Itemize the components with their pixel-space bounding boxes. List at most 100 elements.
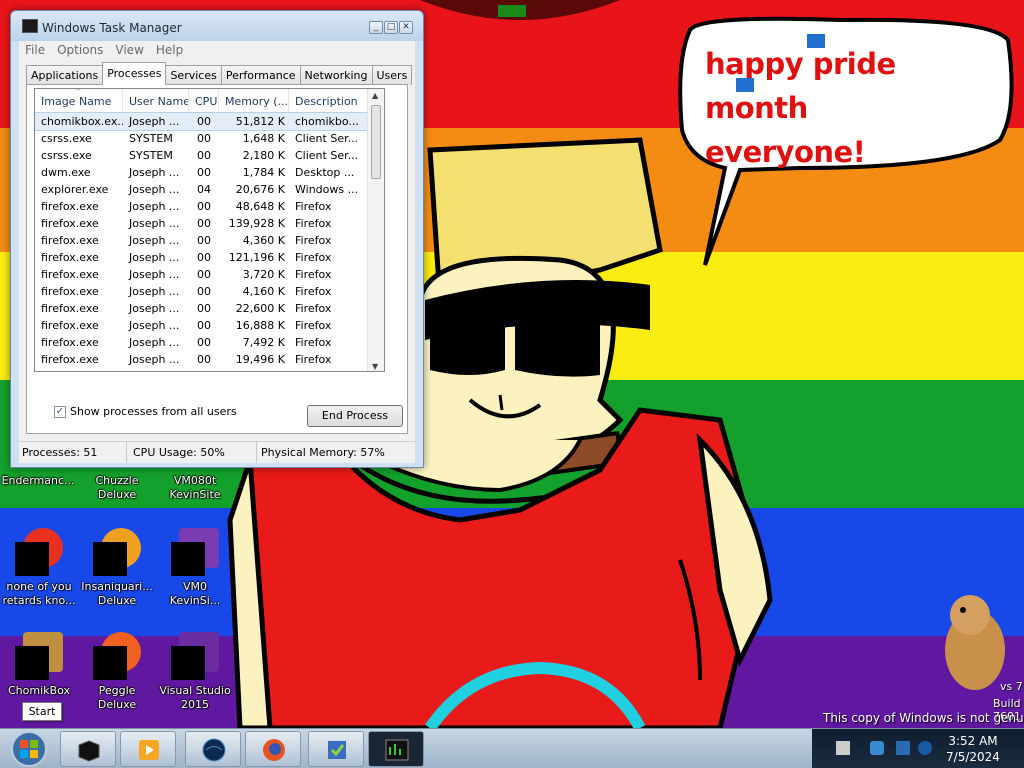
task-manager-icon bbox=[22, 19, 38, 33]
desktop-icon-vm-kevinsite[interactable]: VM080t KevinSite bbox=[157, 474, 233, 502]
vertical-scrollbar[interactable]: ▲ ▼ bbox=[367, 89, 384, 371]
checkbox-box[interactable]: ✓ bbox=[54, 405, 66, 418]
table-row[interactable]: firefox.exe Joseph ... 00 4,160 K Firefox bbox=[35, 283, 384, 300]
media-player-icon bbox=[139, 740, 159, 760]
process-description: chomikbo... bbox=[295, 115, 359, 128]
tab-services[interactable]: Services bbox=[165, 65, 222, 85]
table-row[interactable]: firefox.exe Joseph ... 00 19,496 K Firefox bbox=[35, 351, 384, 368]
process-cpu: 00 bbox=[197, 234, 211, 247]
menu-options[interactable]: Options bbox=[51, 41, 109, 59]
vm-icon bbox=[171, 528, 219, 576]
desktop-icon-peggle[interactable]: Peggle Deluxe bbox=[79, 632, 155, 712]
desktop-icon-label: Deluxe bbox=[97, 488, 137, 501]
column-header-label: Image Name bbox=[41, 95, 112, 108]
process-description: Firefox bbox=[295, 336, 332, 349]
table-row[interactable]: firefox.exe Joseph ... 00 121,196 K Firefox bbox=[35, 249, 384, 266]
process-image-name: csrss.exe bbox=[41, 132, 92, 145]
process-image-name: firefox.exe bbox=[41, 200, 99, 213]
tab-processes[interactable]: Processes bbox=[102, 62, 167, 85]
desktop-icon-insaniquarium[interactable]: Insaniquari... Deluxe bbox=[79, 528, 155, 608]
desktop-icon-visual-studio[interactable]: Visual Studio 2015 bbox=[157, 632, 233, 712]
desktop-icon-chuzzle[interactable]: Chuzzle Deluxe bbox=[79, 474, 155, 502]
clock[interactable]: 3:52 AM 7/5/2024 bbox=[938, 733, 1008, 765]
process-cpu: 00 bbox=[197, 285, 211, 298]
desktop-icon-label: Peggle Deluxe bbox=[97, 684, 137, 711]
process-list[interactable]: ^ Image Name User Name CPU Memory (... D… bbox=[34, 88, 385, 372]
taskbar-button-media-player[interactable] bbox=[120, 731, 176, 767]
status-processes: Processes: 51 bbox=[19, 442, 127, 463]
scroll-down-icon[interactable]: ▼ bbox=[372, 362, 378, 371]
speech-line-2: everyone! bbox=[705, 135, 866, 169]
process-cpu: 00 bbox=[197, 166, 211, 179]
table-row[interactable]: explorer.exe Joseph ... 04 20,676 K Windows … bbox=[35, 181, 384, 198]
peggle-icon bbox=[93, 632, 141, 680]
desktop-icon-none-of-you[interactable]: none of you retards kno... bbox=[1, 528, 77, 608]
show-all-users-checkbox[interactable]: ✓ Show processes from all users bbox=[54, 405, 237, 418]
end-process-button[interactable]: End Process bbox=[307, 405, 403, 427]
taskbar-button-globe[interactable] bbox=[185, 731, 241, 767]
app-icon bbox=[15, 528, 63, 576]
process-description: Desktop ... bbox=[295, 166, 355, 179]
minimize-button[interactable]: _ bbox=[369, 21, 383, 34]
column-header-description[interactable]: Description bbox=[289, 89, 365, 112]
taskbar-button-firefox[interactable] bbox=[245, 731, 301, 767]
process-rows: chomikbox.ex... Joseph ... 00 51,812 K chomi… bbox=[35, 112, 384, 368]
process-memory: 20,676 K bbox=[235, 183, 285, 196]
desktop-icon-label: Deluxe bbox=[97, 594, 137, 607]
window-title: Windows Task Manager bbox=[42, 21, 182, 35]
process-image-name: explorer.exe bbox=[41, 183, 109, 196]
start-button[interactable] bbox=[4, 730, 54, 768]
tab-applications[interactable]: Applications bbox=[26, 65, 104, 85]
menu-help[interactable]: Help bbox=[150, 41, 189, 59]
table-row[interactable]: firefox.exe Joseph ... 00 48,648 K Firefox bbox=[35, 198, 384, 215]
tab-performance[interactable]: Performance bbox=[220, 65, 301, 85]
table-row[interactable]: firefox.exe Joseph ... 00 7,492 K Firefox bbox=[35, 334, 384, 351]
process-cpu: 00 bbox=[197, 319, 211, 332]
checklist-icon bbox=[328, 741, 346, 759]
desktop-icon-vm-kevinsi[interactable]: VM0 KevinSi... bbox=[157, 528, 233, 608]
table-row[interactable]: firefox.exe Joseph ... 00 4,360 K Firefox bbox=[35, 232, 384, 249]
table-row[interactable]: csrss.exe SYSTEM 00 2,180 K Client Ser... bbox=[35, 147, 384, 164]
process-user-name: Joseph ... bbox=[129, 319, 180, 332]
desktop-icon-chomikbox[interactable]: ChomikBox bbox=[1, 632, 77, 698]
taskbar-button-checklist[interactable] bbox=[308, 731, 364, 767]
table-row[interactable]: chomikbox.ex... Joseph ... 00 51,812 K chomi… bbox=[35, 112, 384, 131]
watermark-windows: vs 7 bbox=[1000, 680, 1023, 693]
taskbar-button-terminal[interactable] bbox=[60, 731, 116, 767]
tab-networking[interactable]: Networking bbox=[299, 65, 373, 85]
process-image-name: csrss.exe bbox=[41, 149, 92, 162]
scroll-thumb[interactable] bbox=[371, 105, 381, 179]
process-memory: 2,180 K bbox=[242, 149, 285, 162]
table-row[interactable]: dwm.exe Joseph ... 00 1,784 K Desktop ... bbox=[35, 164, 384, 181]
process-cpu: 00 bbox=[197, 132, 211, 145]
network-icon[interactable] bbox=[870, 741, 884, 755]
table-row[interactable]: firefox.exe Joseph ... 00 16,888 K Firefox bbox=[35, 317, 384, 334]
title-bar[interactable]: Windows Task Manager _ □ ✕ bbox=[11, 11, 423, 41]
taskbar-button-task-manager[interactable] bbox=[368, 731, 424, 767]
sort-arrow-icon: ^ bbox=[75, 89, 82, 96]
volume-icon[interactable] bbox=[918, 741, 932, 755]
action-center-icon[interactable] bbox=[896, 741, 910, 755]
column-header-memory[interactable]: Memory (... bbox=[219, 89, 289, 112]
show-hidden-icons-icon[interactable] bbox=[836, 741, 850, 755]
task-manager-window[interactable]: Windows Task Manager _ □ ✕ File Options … bbox=[10, 10, 424, 468]
column-header-user-name[interactable]: User Name bbox=[123, 89, 189, 112]
process-memory: 51,812 K bbox=[235, 115, 285, 128]
table-row[interactable]: firefox.exe Joseph ... 00 3,720 K Firefox bbox=[35, 266, 384, 283]
process-user-name: Joseph ... bbox=[129, 217, 180, 230]
menu-file[interactable]: File bbox=[19, 41, 51, 59]
menu-view[interactable]: View bbox=[109, 41, 149, 59]
column-header-image-name[interactable]: ^ Image Name bbox=[35, 89, 123, 112]
table-row[interactable]: firefox.exe Joseph ... 00 22,600 K Firefox bbox=[35, 300, 384, 317]
tab-users[interactable]: Users bbox=[371, 65, 413, 85]
clock-date: 7/5/2024 bbox=[946, 750, 1000, 764]
column-header-cpu[interactable]: CPU bbox=[189, 89, 219, 112]
process-cpu: 00 bbox=[197, 336, 211, 349]
close-button[interactable]: ✕ bbox=[399, 21, 413, 34]
scroll-up-icon[interactable]: ▲ bbox=[372, 91, 378, 100]
table-row[interactable]: firefox.exe Joseph ... 00 139,928 K Firefox bbox=[35, 215, 384, 232]
table-row[interactable]: csrss.exe SYSTEM 00 1,648 K Client Ser... bbox=[35, 130, 384, 147]
desktop-icon-enderman[interactable]: Endermanc... bbox=[0, 474, 76, 488]
maximize-button[interactable]: □ bbox=[384, 21, 398, 34]
process-cpu: 00 bbox=[197, 353, 211, 366]
